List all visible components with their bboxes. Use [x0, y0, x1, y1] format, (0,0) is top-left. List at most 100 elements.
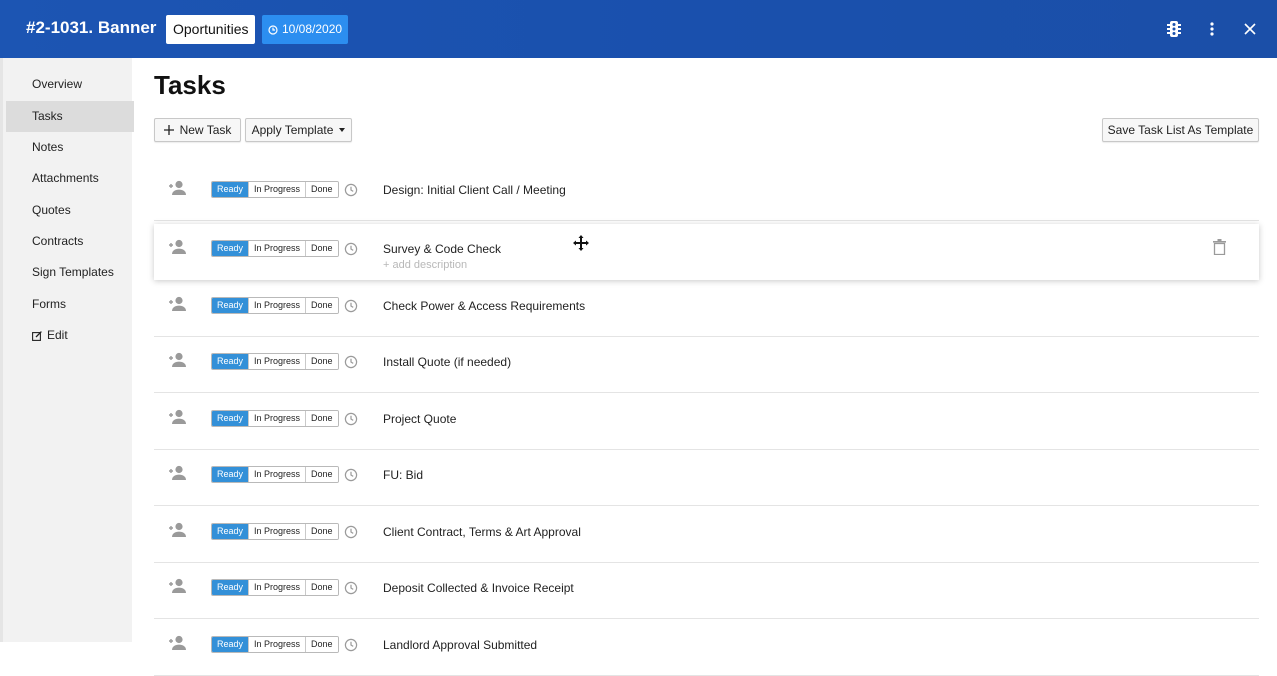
more-vertical-icon[interactable]	[1202, 19, 1222, 39]
due-date-clock-icon[interactable]	[344, 299, 358, 313]
status-toggle: Ready In Progress Done	[211, 410, 339, 427]
due-date-clock-icon[interactable]	[344, 638, 358, 652]
status-done-button[interactable]: Done	[306, 411, 338, 426]
task-name[interactable]: Project Quote	[383, 412, 456, 426]
status-ready-button[interactable]: Ready	[212, 298, 250, 313]
new-task-label: New Task	[179, 123, 232, 137]
sidebar-item-overview[interactable]: Overview	[6, 69, 134, 100]
sidebar-item-attachments[interactable]: Attachments	[6, 163, 134, 194]
status-in-progress-button[interactable]: In Progress	[249, 411, 307, 426]
due-date-clock-icon[interactable]	[344, 468, 358, 482]
due-date-clock-icon[interactable]	[344, 412, 358, 426]
assign-user-icon[interactable]	[169, 635, 189, 653]
status-ready-button[interactable]: Ready	[212, 467, 250, 482]
trash-icon[interactable]	[1213, 239, 1227, 256]
task-name[interactable]: Survey & Code Check	[383, 242, 501, 256]
sidebar-item-tasks[interactable]: Tasks	[6, 101, 134, 132]
status-ready-button[interactable]: Ready	[212, 182, 250, 197]
sidebar: Overview Tasks Notes Attachments Quotes …	[0, 58, 134, 642]
assign-user-icon[interactable]	[169, 522, 189, 540]
status-toggle: Ready In Progress Done	[211, 240, 339, 257]
due-date-clock-icon[interactable]	[344, 355, 358, 369]
status-done-button[interactable]: Done	[306, 637, 338, 652]
status-in-progress-button[interactable]: In Progress	[249, 637, 307, 652]
assign-user-icon[interactable]	[169, 352, 189, 370]
sidebar-item-sign-templates[interactable]: Sign Templates	[6, 257, 134, 288]
assign-user-icon[interactable]	[169, 239, 189, 257]
task-row[interactable]: Ready In Progress Done Design: Initial Clie…	[154, 165, 1259, 221]
status-done-button[interactable]: Done	[306, 241, 338, 256]
assign-user-icon[interactable]	[169, 296, 189, 314]
task-name[interactable]: FU: Bid	[383, 468, 423, 482]
status-in-progress-button[interactable]: In Progress	[249, 241, 307, 256]
status-toggle: Ready In Progress Done	[211, 353, 339, 370]
assign-user-icon[interactable]	[169, 578, 189, 596]
task-name[interactable]: Deposit Collected & Invoice Receipt	[383, 581, 574, 595]
edit-icon	[32, 330, 42, 341]
due-date-clock-icon[interactable]	[344, 242, 358, 256]
task-row[interactable]: Ready In Progress Done Check Power & Access…	[154, 281, 1259, 337]
status-toggle: Ready In Progress Done	[211, 297, 339, 314]
task-name[interactable]: Install Quote (if needed)	[383, 355, 511, 369]
task-row[interactable]: Ready In Progress Done Install Quote (if ne…	[154, 337, 1259, 393]
top-bar: #2-1031. Banner Oportunities 10/08/2020	[0, 0, 1277, 58]
task-name[interactable]: Client Contract, Terms & Art Approval	[383, 525, 581, 539]
assign-user-icon[interactable]	[169, 409, 189, 427]
status-done-button[interactable]: Done	[306, 467, 338, 482]
status-done-button[interactable]: Done	[306, 298, 338, 313]
status-ready-button[interactable]: Ready	[212, 411, 250, 426]
due-date-clock-icon[interactable]	[344, 581, 358, 595]
sidebar-item-quotes[interactable]: Quotes	[6, 195, 134, 226]
status-in-progress-button[interactable]: In Progress	[249, 182, 307, 197]
close-icon[interactable]	[1240, 19, 1260, 39]
task-name[interactable]: Landlord Approval Submitted	[383, 638, 537, 652]
new-task-button[interactable]: New Task	[154, 118, 241, 142]
sidebar-item-forms[interactable]: Forms	[6, 289, 134, 320]
status-in-progress-button[interactable]: In Progress	[249, 354, 307, 369]
sidebar-item-notes[interactable]: Notes	[6, 132, 134, 163]
assign-user-icon[interactable]	[169, 180, 189, 198]
date-badge[interactable]: 10/08/2020	[262, 15, 349, 44]
status-ready-button[interactable]: Ready	[212, 241, 250, 256]
sidebar-item-contracts[interactable]: Contracts	[6, 226, 134, 257]
task-row[interactable]: Ready In Progress Done Landlord Approval Su…	[154, 620, 1259, 676]
apply-template-label: Apply Template	[251, 123, 334, 137]
drag-move-icon[interactable]	[573, 235, 589, 251]
save-template-button[interactable]: Save Task List As Template	[1102, 118, 1259, 142]
status-ready-button[interactable]: Ready	[212, 524, 250, 539]
status-toggle: Ready In Progress Done	[211, 579, 339, 596]
due-date-clock-icon[interactable]	[344, 525, 358, 539]
task-name[interactable]: Design: Initial Client Call / Meeting	[383, 183, 566, 197]
status-in-progress-button[interactable]: In Progress	[249, 298, 307, 313]
status-toggle: Ready In Progress Done	[211, 181, 339, 198]
due-date-clock-icon[interactable]	[344, 183, 358, 197]
status-done-button[interactable]: Done	[306, 182, 338, 197]
status-done-button[interactable]: Done	[306, 524, 338, 539]
date-text: 10/08/2020	[282, 22, 343, 36]
status-done-button[interactable]: Done	[306, 580, 338, 595]
status-in-progress-button[interactable]: In Progress	[249, 467, 307, 482]
task-name[interactable]: Check Power & Access Requirements	[383, 299, 585, 313]
status-in-progress-button[interactable]: In Progress	[249, 524, 307, 539]
status-ready-button[interactable]: Ready	[212, 637, 250, 652]
sidebar-item-edit[interactable]: Edit	[6, 320, 134, 351]
status-toggle: Ready In Progress Done	[211, 523, 339, 540]
task-row[interactable]: Ready In Progress Done Client Contract, Ter…	[154, 507, 1259, 563]
status-in-progress-button[interactable]: In Progress	[249, 580, 307, 595]
traffic-light-icon[interactable]	[1164, 19, 1184, 39]
caret-down-icon	[339, 128, 346, 132]
task-row[interactable]: Ready In Progress Done Survey & Code Check +…	[154, 224, 1259, 280]
task-row[interactable]: Ready In Progress Done FU: Bid	[154, 450, 1259, 506]
status-toggle: Ready In Progress Done	[211, 636, 339, 653]
apply-template-button[interactable]: Apply Template	[245, 118, 352, 142]
assign-user-icon[interactable]	[169, 465, 189, 483]
task-row[interactable]: Ready In Progress Done Project Quote	[154, 394, 1259, 450]
add-description-link[interactable]: + add description	[383, 259, 467, 271]
stage-badge[interactable]: Oportunities	[166, 15, 256, 44]
status-done-button[interactable]: Done	[306, 354, 338, 369]
project-title: #2-1031. Banner	[26, 18, 157, 37]
status-ready-button[interactable]: Ready	[212, 354, 250, 369]
page-title: Tasks	[154, 70, 226, 100]
status-ready-button[interactable]: Ready	[212, 580, 250, 595]
task-row[interactable]: Ready In Progress Done Deposit Collected & …	[154, 563, 1259, 619]
